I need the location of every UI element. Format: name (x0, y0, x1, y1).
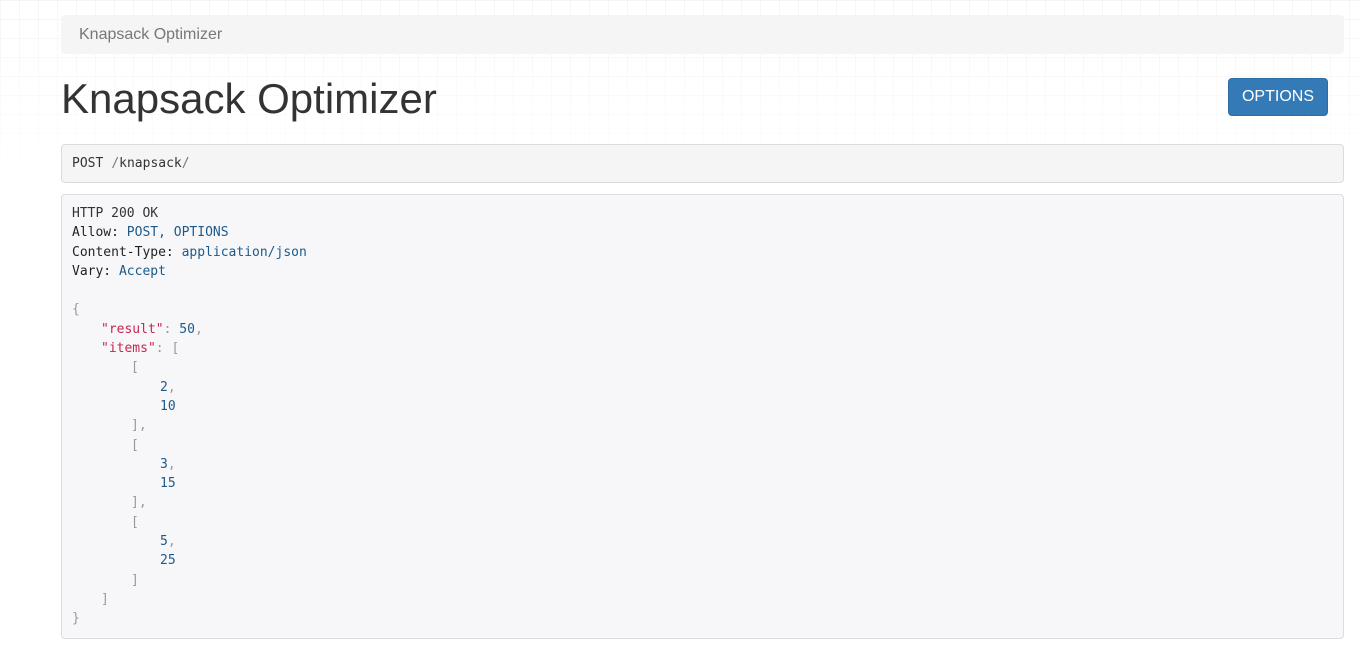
main-container: Knapsack Optimizer Knapsack Optimizer OP… (61, 0, 1344, 639)
request-info: POST /knapsack/ (61, 144, 1344, 183)
json-array-close: ] (131, 572, 139, 588)
json-items-close: ] (101, 591, 109, 607)
json-number: 25 (160, 553, 176, 569)
json-result-line: "result": 50, (101, 321, 203, 337)
response-status: HTTP 200 OK (72, 206, 159, 221)
request-method: POST (72, 156, 104, 171)
json-items-line: "items": [ (101, 341, 180, 357)
json-open-brace: { (72, 302, 80, 318)
page-header: Knapsack Optimizer OPTIONS (61, 54, 1344, 144)
json-array-close: ], (131, 418, 147, 434)
json-number: 2 (160, 379, 168, 395)
json-array-value: 3, (160, 456, 176, 472)
breadcrumb: Knapsack Optimizer (61, 15, 1344, 54)
breadcrumb-item-active: Knapsack Optimizer (79, 25, 223, 43)
json-array-value: 2, (160, 379, 176, 395)
request-path-prefix: / (111, 156, 120, 171)
json-array-open: [ (131, 514, 139, 530)
response-header-vary: Vary: Accept (72, 262, 1333, 281)
json-array-value: 25 (72, 551, 1333, 570)
json-array-close: ], (131, 495, 147, 511)
json-items-key: "items" (101, 341, 156, 357)
json-number: 10 (160, 398, 176, 414)
options-button[interactable]: OPTIONS (1228, 78, 1328, 116)
json-array-value: 15 (72, 474, 1333, 493)
page-title: Knapsack Optimizer (61, 75, 437, 122)
json-number: 15 (160, 476, 176, 492)
header-key: Content-Type: (72, 244, 174, 260)
json-number: 5 (160, 534, 168, 550)
json-array-value: 10 (72, 397, 1333, 416)
json-result-key: "result" (101, 321, 164, 337)
response-header-allow: Allow: POST, OPTIONS (72, 223, 1333, 242)
json-result-value: 50 (179, 321, 195, 337)
header-key: Allow: (72, 225, 119, 241)
response-header-content-type: Content-Type: application/json (72, 243, 1333, 262)
request-path-suffix: / (181, 156, 190, 171)
header-value: application/json (181, 244, 307, 260)
json-number: 3 (160, 456, 168, 472)
request-path: /knapsack/ (111, 156, 189, 171)
json-close-brace: } (72, 611, 80, 627)
header-key: Vary: (72, 263, 112, 279)
header-value: Accept (118, 263, 166, 279)
response-info: HTTP 200 OK Allow: POST, OPTIONS Content… (61, 194, 1344, 639)
header-value: POST, OPTIONS (126, 225, 229, 241)
json-array-open: [ (131, 437, 139, 453)
request-path-segment[interactable]: knapsack (119, 156, 182, 171)
json-array-value: 5, (160, 534, 176, 550)
json-array-open: [ (131, 360, 139, 376)
